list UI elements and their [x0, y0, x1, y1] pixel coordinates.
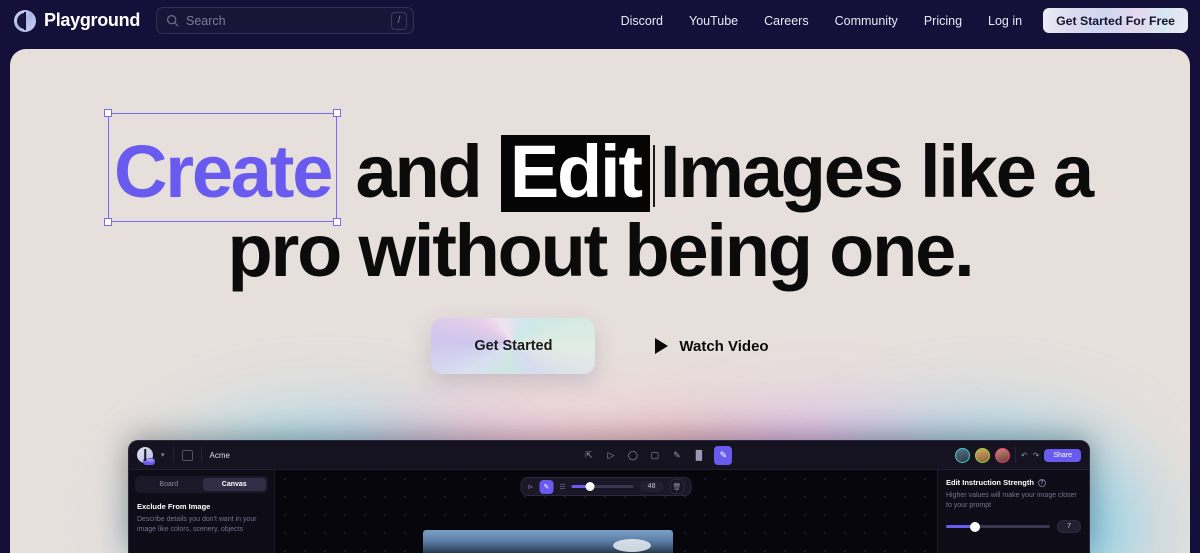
- brush-icon[interactable]: ✎: [714, 445, 733, 465]
- search-box[interactable]: /: [156, 7, 415, 34]
- page-title: Create and Edit Images like a pro without…: [10, 109, 1190, 292]
- nav-links: Discord YouTube Careers Community Pricin…: [608, 8, 1188, 34]
- mockup-tool-group: ⇱ ▷ ◯ ▢ ✎ █ ✎: [452, 445, 733, 465]
- strength-slider[interactable]: [946, 521, 1051, 532]
- brand-logo[interactable]: Playground: [14, 9, 141, 32]
- pencil-icon[interactable]: ✎: [670, 449, 683, 462]
- edit-instruction-strength-title: Edit Instruction Strength ?: [946, 478, 1081, 487]
- mockup-logo-icon: Pro: [137, 447, 155, 465]
- board-canvas-tabs: Board Canvas: [135, 476, 268, 493]
- get-started-button[interactable]: Get Started: [431, 318, 596, 374]
- headline-line-1: Create and Edit Images like a: [10, 109, 1190, 226]
- search-icon: [167, 15, 179, 27]
- mockup-canvas[interactable]: ⊳ ✎ ☰ 48 🗑: [275, 470, 937, 553]
- project-title: Acme: [209, 450, 230, 460]
- playground-logo-icon: [14, 9, 36, 32]
- selection-handle-top-right[interactable]: [333, 109, 342, 117]
- share-button[interactable]: Share: [1044, 448, 1081, 462]
- share-node-icon[interactable]: ⊳: [528, 483, 534, 491]
- nav-link-login[interactable]: Log in: [975, 8, 1035, 34]
- nav-link-youtube[interactable]: YouTube: [676, 8, 751, 34]
- cursor-icon[interactable]: ▷: [604, 449, 617, 462]
- exclude-from-image-title: Exclude From Image: [137, 502, 211, 511]
- headline-word-and: and: [355, 130, 483, 213]
- headline-word-edit: Edit: [500, 135, 650, 212]
- headline-rest: Images like a: [659, 130, 1094, 213]
- avatar[interactable]: [974, 447, 990, 463]
- nav-link-discord[interactable]: Discord: [608, 8, 676, 34]
- trash-icon[interactable]: 🗑: [669, 479, 685, 494]
- pro-badge: Pro: [143, 458, 155, 465]
- avatar[interactable]: [994, 447, 1010, 463]
- mockup-body: Board Canvas Exclude From Image Describe…: [129, 470, 1089, 553]
- get-started-for-free-button[interactable]: Get Started For Free: [1043, 8, 1188, 33]
- nav-link-careers[interactable]: Careers: [751, 8, 821, 34]
- brush-size-value: 48: [639, 481, 664, 492]
- text-caret: [652, 145, 655, 207]
- nav-link-pricing[interactable]: Pricing: [911, 8, 975, 34]
- edit-instruction-strength-control: 7: [946, 520, 1081, 533]
- exclude-from-image-description: Describe details you don't want in your …: [137, 516, 257, 533]
- lines-icon[interactable]: ☰: [559, 483, 565, 491]
- brush-size-slider[interactable]: [571, 481, 634, 491]
- tab-canvas[interactable]: Canvas: [202, 478, 266, 491]
- nav-link-community[interactable]: Community: [822, 8, 911, 34]
- crop-icon[interactable]: ▢: [648, 449, 661, 462]
- redo-icon[interactable]: ↷: [1033, 451, 1040, 460]
- tab-board[interactable]: Board: [137, 478, 201, 491]
- mockup-toolbar: Pro ▾ Acme ⇱ ▷ ◯ ▢ ✎ █ ✎ ↶ ↷ Share: [129, 441, 1089, 470]
- watch-video-label: Watch Video: [679, 337, 769, 355]
- avatar[interactable]: [954, 447, 970, 463]
- search-input[interactable]: [186, 13, 385, 28]
- hero-section: Create and Edit Images like a pro without…: [10, 49, 1190, 553]
- headline-word-create: Create: [114, 130, 333, 213]
- undo-icon[interactable]: ↶: [1021, 451, 1028, 460]
- brand-name: Playground: [44, 10, 141, 30]
- play-icon: [655, 338, 669, 354]
- top-navigation-bar: Playground / Discord YouTube Careers Com…: [0, 0, 1200, 41]
- pen-icon[interactable]: ✎: [539, 479, 554, 494]
- strength-value: 7: [1057, 520, 1081, 533]
- mockup-left-sidebar: Board Canvas Exclude From Image Describe…: [129, 470, 275, 553]
- transform-icon[interactable]: ⇱: [582, 449, 595, 462]
- brush-size-slider-knob[interactable]: [585, 481, 595, 491]
- frame-icon[interactable]: [181, 449, 193, 461]
- chevron-down-icon[interactable]: ▾: [161, 451, 165, 459]
- mockup-collaborators: ↶ ↷ Share: [954, 447, 1081, 463]
- search-shortcut-key: /: [391, 11, 408, 30]
- help-icon[interactable]: ?: [1037, 478, 1046, 487]
- canvas-image[interactable]: [423, 530, 673, 553]
- selected-word-create[interactable]: Create: [104, 109, 342, 226]
- app-preview-mockup: Pro ▾ Acme ⇱ ▷ ◯ ▢ ✎ █ ✎ ↶ ↷ Share Board…: [128, 440, 1090, 553]
- strength-slider-knob[interactable]: [970, 521, 980, 532]
- hero-cta-row: Get Started Watch Video: [10, 318, 1190, 374]
- selection-handle-top-left[interactable]: [104, 109, 112, 117]
- brush-options-bar: ⊳ ✎ ☰ 48 🗑: [520, 477, 692, 496]
- fill-icon[interactable]: █: [692, 449, 705, 462]
- mockup-right-panel: Edit Instruction Strength ? Higher value…: [937, 470, 1089, 553]
- shape-icon[interactable]: ◯: [626, 449, 639, 462]
- edit-instruction-strength-description: Higher values will make your image close…: [946, 492, 1077, 509]
- watch-video-button[interactable]: Watch Video: [655, 337, 769, 355]
- headline-line-2: pro without being one.: [227, 209, 975, 292]
